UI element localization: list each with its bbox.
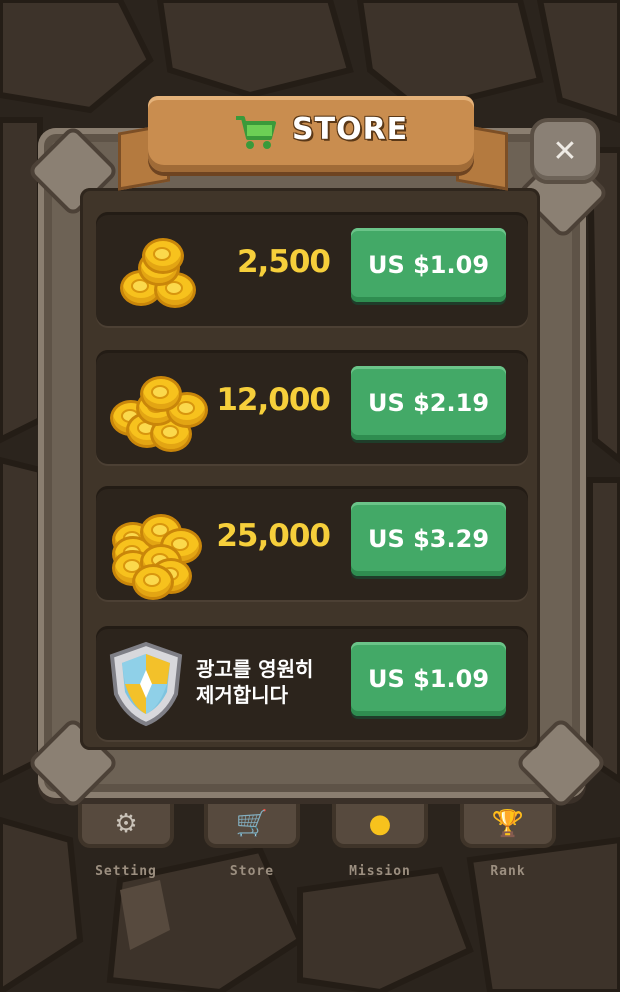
store-item-remove-ads: 광고를 영원히 제거합니다 US $1.09 <box>96 626 528 740</box>
nav-rank-button[interactable]: 🏆 <box>460 790 556 848</box>
buy-button[interactable]: US $3.29 <box>351 502 506 576</box>
coin-icon: ● <box>368 809 392 839</box>
nav-setting-button[interactable]: ⚙ <box>78 790 174 848</box>
bottom-navigation: ⚙ Setting 🛒 Store ● Mission 🏆 Rank <box>0 790 620 900</box>
store-item-25000: 25,000 US $3.29 <box>96 486 528 600</box>
trophy-icon: 🏆 <box>491 809 525 839</box>
store-item-2500: 2,500 US $1.09 <box>96 212 528 326</box>
buy-button[interactable]: US $1.09 <box>351 642 506 716</box>
coin-amount: 2,500 <box>236 244 331 280</box>
buy-button[interactable]: US $1.09 <box>351 228 506 302</box>
nav-mission-label: Mission <box>349 864 411 879</box>
coins-medium-icon <box>110 372 220 452</box>
remove-ads-line-2: 제거합니다 <box>196 683 288 707</box>
gear-icon: ⚙ <box>114 809 138 839</box>
remove-ads-description: 광고를 영원히 제거합니다 <box>196 656 346 708</box>
close-icon: ✕ <box>552 133 578 169</box>
shopping-cart-icon <box>236 116 276 149</box>
nav-rank-label: Rank <box>490 864 526 879</box>
shopping-cart-icon: 🛒 <box>235 809 269 839</box>
close-button[interactable]: ✕ <box>530 118 600 184</box>
shield-icon <box>109 641 183 727</box>
coins-large-icon <box>110 508 220 600</box>
coins-small-icon <box>110 234 220 314</box>
coin-amount: 25,000 <box>216 518 331 554</box>
nav-mission-button[interactable]: ● <box>332 790 428 848</box>
nav-store-button[interactable]: 🛒 <box>204 790 300 848</box>
store-title: STORE <box>292 112 409 147</box>
coin-amount: 12,000 <box>216 382 331 418</box>
remove-ads-line-1: 광고를 영원히 <box>196 657 314 681</box>
nav-setting-label: Setting <box>95 864 157 879</box>
store-item-12000: 12,000 US $2.19 <box>96 350 528 464</box>
buy-button[interactable]: US $2.19 <box>351 366 506 440</box>
nav-store-label: Store <box>229 864 275 879</box>
